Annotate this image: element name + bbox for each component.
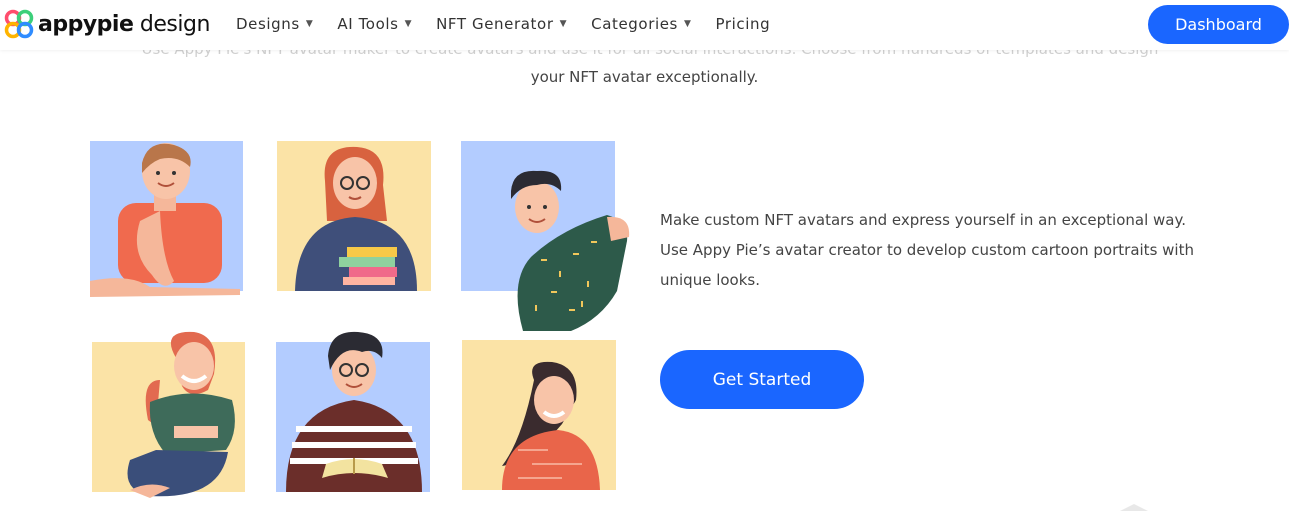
caret-down-icon: ▼ [404,19,413,29]
brand-logo[interactable]: appypie design [4,8,210,40]
brand-wordmark: appypie design [38,11,210,37]
caret-down-icon: ▼ [559,19,568,29]
appypie-logo-icon [4,9,34,39]
main-nav: Designs ▼ AI Tools ▼ NFT Generator ▼ Catego… [236,15,794,33]
caret-down-icon: ▼ [305,19,314,29]
site-header: appypie design Designs ▼ AI Tools ▼ NFT Ge… [0,0,1289,50]
nav-label: Designs [236,15,300,33]
nav-label: AI Tools [337,15,399,33]
nav-item-ai-tools[interactable]: AI Tools ▼ [337,15,412,33]
nav-label: Pricing [715,15,771,33]
intro-text: your NFT avatar exceptionally. [530,68,759,86]
nav-item-nft-generator[interactable]: NFT Generator ▼ [436,15,567,33]
avatar-illustration-woman-smiling [462,340,622,510]
avatar-illustration-man-peeking [461,141,636,333]
decorative-shape [1100,502,1160,511]
nav-item-pricing[interactable]: Pricing [716,15,771,33]
avatar-illustration-woman-leaning [90,330,250,500]
nav-item-categories[interactable]: Categories ▼ [591,15,691,33]
nav-label: Categories [591,15,678,33]
avatar-illustration-woman-books [277,141,437,301]
nav-label: NFT Generator [436,15,554,33]
nav-item-designs[interactable]: Designs ▼ [236,15,313,33]
get-started-button[interactable]: Get Started [660,350,864,409]
avatar-illustration-man-thinking [90,141,250,301]
avatar-illustration-man-reading [276,330,436,500]
feature-description: Make custom NFT avatars and express your… [660,211,1194,289]
caret-down-icon: ▼ [683,19,692,29]
dashboard-button[interactable]: Dashboard [1148,5,1289,44]
